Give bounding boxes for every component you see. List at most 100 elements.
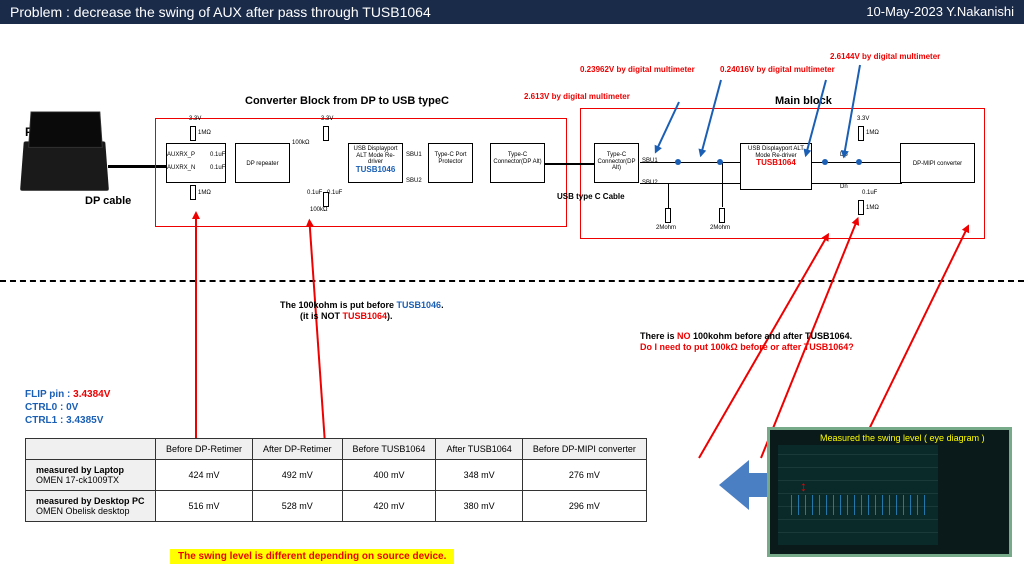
swing-arrow-icon: ↕ <box>800 478 807 494</box>
sbu1: SBU1 <box>642 158 658 164</box>
note-1: The 100kohm is put before TUSB1046. (it … <box>280 300 444 322</box>
scope-arrow-icon <box>719 460 749 510</box>
measurement-4: 2.6144V by digital multimeter <box>830 52 940 62</box>
probe-dot <box>822 159 828 165</box>
r1m-label: 1MΩ <box>198 130 211 136</box>
wire <box>812 183 902 184</box>
oscilloscope: Measured the swing level ( eye diagram )… <box>767 427 1012 557</box>
dp-repeater-box: DP repeater <box>235 143 290 183</box>
td: 276 mV <box>522 460 646 491</box>
td: 492 mV <box>253 460 343 491</box>
r100k: 100kΩ <box>310 207 328 213</box>
table-row: measured by LaptopOMEN 17-ck1009TX 424 m… <box>26 460 647 491</box>
wire <box>640 162 740 163</box>
dp-mipi-box: DP-MIPI converter <box>900 143 975 183</box>
wire <box>668 183 669 208</box>
wire <box>640 183 740 184</box>
wire <box>722 162 723 207</box>
page-title: Problem : decrease the swing of AUX afte… <box>10 4 431 20</box>
th: Before DP-Retimer <box>156 439 253 460</box>
sbu2: SBU2 <box>406 178 422 184</box>
dp-mipi-label: DP-MIPI converter <box>913 161 962 167</box>
red-arrow <box>195 213 197 458</box>
resistor <box>858 126 864 141</box>
c01: 0.1uF <box>307 190 322 196</box>
tusb1064-label: TUSB1064 <box>743 159 809 168</box>
r1m-label: 1MΩ <box>198 190 211 196</box>
v33-label: 3.3V <box>857 116 869 122</box>
cable-line <box>545 163 595 165</box>
td: 400 mV <box>342 460 436 491</box>
probe-dot <box>856 159 862 165</box>
usb-c-cable-label: USB type C Cable <box>557 192 625 202</box>
measurement-table: Before DP-Retimer After DP-Retimer Befor… <box>25 438 647 522</box>
td: 528 mV <box>253 491 343 522</box>
connector2-box: Type-C Connector(DP Alt) <box>594 143 639 183</box>
resistor <box>665 208 671 223</box>
resistor <box>323 192 329 207</box>
footer-highlight: The swing level is different depending o… <box>170 549 454 564</box>
resistor <box>190 126 196 141</box>
table-row: measured by Desktop PCOMEN Obelisk deskt… <box>26 491 647 522</box>
c01: 0.1uF <box>862 190 877 196</box>
td: 380 mV <box>436 491 522 522</box>
td: 516 mV <box>156 491 253 522</box>
red-arrow <box>854 226 969 459</box>
row-label: measured by LaptopOMEN 17-ck1009TX <box>26 460 156 491</box>
laptop-icon <box>20 141 109 190</box>
scope-label: Measured the swing level ( eye diagram ) <box>820 434 985 444</box>
block1-title: Converter Block from DP to USB typeC <box>245 95 449 107</box>
probe-dot <box>675 159 681 165</box>
c01: 0.1uF <box>210 165 225 171</box>
input-block <box>166 143 226 183</box>
measurement-1: 2.613V by digital multimeter <box>524 92 630 102</box>
note-2: There is NO 100kohm before and after TUS… <box>640 331 854 353</box>
resistor <box>323 126 329 141</box>
port-protector-box: Type-C Port Protector <box>428 143 473 183</box>
resistor <box>190 185 196 200</box>
red-arrow <box>308 221 327 459</box>
th: Before TUSB1064 <box>342 439 436 460</box>
th: After TUSB1064 <box>436 439 522 460</box>
th: Before DP-MIPI converter <box>522 439 646 460</box>
header-meta: 10-May-2023 Y.Nakanishi <box>866 4 1014 20</box>
v33-label: 3.3V <box>321 116 333 122</box>
scope-screen <box>778 445 938 545</box>
r100k: 100kΩ <box>292 140 310 146</box>
pin-info: FLIP pin : 3.4384V CTRL0 : 0V CTRL1 : 3.… <box>25 388 110 427</box>
tusb1046-box: USB Displayport ALT Mode Re-driver TUSB1… <box>348 143 403 183</box>
c01: 0.1uF <box>210 152 225 158</box>
tusb1046-desc: USB Displayport ALT Mode Re-driver <box>351 146 400 166</box>
r2m: 2Mohm <box>710 225 730 231</box>
dp-cable-label: DP cable <box>85 195 131 207</box>
th <box>26 439 156 460</box>
v33-label: 3.3V <box>189 116 201 122</box>
probe-dot <box>717 159 723 165</box>
row-label: measured by Desktop PCOMEN Obelisk deskt… <box>26 491 156 522</box>
sbu1: SBU1 <box>406 152 422 158</box>
eye-diagram-wave <box>788 495 928 515</box>
td: 420 mV <box>342 491 436 522</box>
c01: 0.1uF <box>327 190 342 196</box>
resistor <box>719 208 725 223</box>
header-bar: Problem : decrease the swing of AUX afte… <box>0 0 1024 24</box>
r1m-label: 1MΩ <box>866 130 879 136</box>
td: 424 mV <box>156 460 253 491</box>
connector1-box: Type-C Connector(DP Alt) <box>490 143 545 183</box>
table-header-row: Before DP-Retimer After DP-Retimer Befor… <box>26 439 647 460</box>
th: After DP-Retimer <box>253 439 343 460</box>
dn-label: Dn <box>840 184 848 190</box>
tusb1064-box: USB Displayport ALT Mode Re-driver TUSB1… <box>740 143 812 190</box>
td: 296 mV <box>522 491 646 522</box>
r2m: 2Mohm <box>656 225 676 231</box>
tusb1046-label: TUSB1046 <box>351 166 400 175</box>
measurement-2: 0.23962V by digital multimeter <box>580 65 695 75</box>
auxrx-p: AUXRX_P <box>167 152 195 158</box>
divider-dash <box>0 280 1024 282</box>
r1m-label: 1MΩ <box>866 205 879 211</box>
block2-title: Main block <box>775 95 832 107</box>
td: 348 mV <box>436 460 522 491</box>
auxrx-n: AUXRX_N <box>167 165 195 171</box>
measurement-3: 0.24016V by digital multimeter <box>720 65 835 75</box>
dp-repeater-label: DP repeater <box>246 161 278 167</box>
